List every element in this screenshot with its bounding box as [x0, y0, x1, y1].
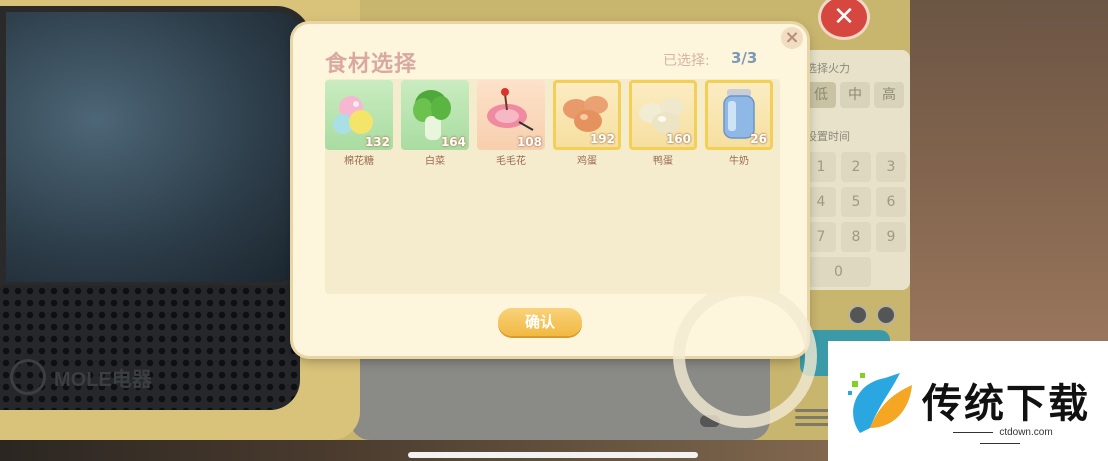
- home-indicator[interactable]: [408, 452, 698, 458]
- ingredient-tile: 132: [325, 80, 393, 150]
- ingredient-tile: 164: [401, 80, 469, 150]
- confirm-button[interactable]: 确认: [498, 308, 582, 336]
- ingredient-item-fuzzy-flower[interactable]: 108 毛毛花: [477, 80, 545, 167]
- ingredient-tile-selected: 160: [629, 80, 697, 150]
- ingredient-tile-selected: 26: [705, 80, 773, 150]
- heat-label: 选择火力: [806, 62, 850, 75]
- ingredient-tile: 108: [477, 80, 545, 150]
- selected-label: 已选择:: [663, 53, 710, 69]
- dialog-title: 食材选择: [325, 52, 418, 77]
- indicator-dot: [876, 305, 896, 325]
- numpad-key-9[interactable]: 9: [876, 222, 906, 252]
- decoration-circle: [673, 284, 817, 428]
- ctdown-logo-icon: [848, 373, 912, 433]
- ingredient-name: 毛毛花: [496, 156, 526, 167]
- ingredient-name: 牛奶: [729, 156, 749, 167]
- time-label: 设置时间: [806, 130, 850, 143]
- ingredient-name: 白菜: [425, 156, 445, 167]
- heat-high-button[interactable]: 高: [874, 82, 904, 108]
- numpad-key-8[interactable]: 8: [841, 222, 871, 252]
- ingredient-tile-selected: 192: [553, 80, 621, 150]
- heat-options: 低 中 高: [806, 82, 904, 108]
- numpad-key-0[interactable]: 0: [806, 257, 871, 287]
- indicator-dot: [848, 305, 868, 325]
- ingredient-quantity: 160: [665, 132, 691, 146]
- ingredient-quantity: 26: [750, 132, 767, 146]
- ingredient-name: 棉花糖: [344, 156, 374, 167]
- ingredient-item-milk[interactable]: 26 牛奶: [705, 80, 773, 167]
- watermark-title: 传统下载: [922, 381, 1090, 427]
- ingredient-quantity: 164: [440, 135, 466, 149]
- ingredient-item-cabbage[interactable]: 164 白菜: [401, 80, 469, 167]
- tv-brand-label: MOLE电器: [54, 368, 152, 391]
- ingredient-name: 鸭蛋: [653, 156, 673, 167]
- numpad-key-3[interactable]: 3: [876, 152, 906, 182]
- watermark-url: ctdown.com: [922, 427, 1078, 449]
- ingredient-quantity: 132: [364, 135, 390, 149]
- numpad-key-4[interactable]: 4: [806, 187, 836, 217]
- indicator-dots: [848, 305, 896, 325]
- mole-logo-icon: [10, 359, 46, 395]
- dialog-close-icon[interactable]: ×: [781, 27, 803, 49]
- ingredient-item-marshmallow[interactable]: 132 棉花糖: [325, 80, 393, 167]
- ingredient-item-duck-egg[interactable]: 160 鸭蛋: [629, 80, 697, 167]
- ingredient-name: 鸡蛋: [577, 156, 597, 167]
- ingredient-item-egg[interactable]: 192 鸡蛋: [553, 80, 621, 167]
- time-numpad: 1 2 3 4 5 6 7 8 9 0: [806, 152, 906, 287]
- numpad-key-7[interactable]: 7: [806, 222, 836, 252]
- ingredient-list: 132 棉花糖 164 白菜 108 毛毛花 192 鸡蛋 160 鸭蛋 26 …: [325, 80, 773, 167]
- tv-brand: MOLE电器: [10, 359, 152, 395]
- ingredient-quantity: 108: [516, 135, 542, 149]
- watermark-logo: 传统下载 ctdown.com: [828, 341, 1108, 461]
- numpad-key-5[interactable]: 5: [841, 187, 871, 217]
- heat-medium-button[interactable]: 中: [840, 82, 870, 108]
- numpad-key-2[interactable]: 2: [841, 152, 871, 182]
- selected-count: 3/3: [731, 49, 758, 67]
- tv-screen: [0, 6, 312, 288]
- numpad-key-6[interactable]: 6: [876, 187, 906, 217]
- heat-low-button[interactable]: 低: [806, 82, 836, 108]
- numpad-key-1[interactable]: 1: [806, 152, 836, 182]
- ingredient-select-dialog: 食材选择 已选择: 3/3 × 132 棉花糖 164 白菜 108 毛毛花 1…: [293, 24, 817, 428]
- ingredient-quantity: 192: [589, 132, 615, 146]
